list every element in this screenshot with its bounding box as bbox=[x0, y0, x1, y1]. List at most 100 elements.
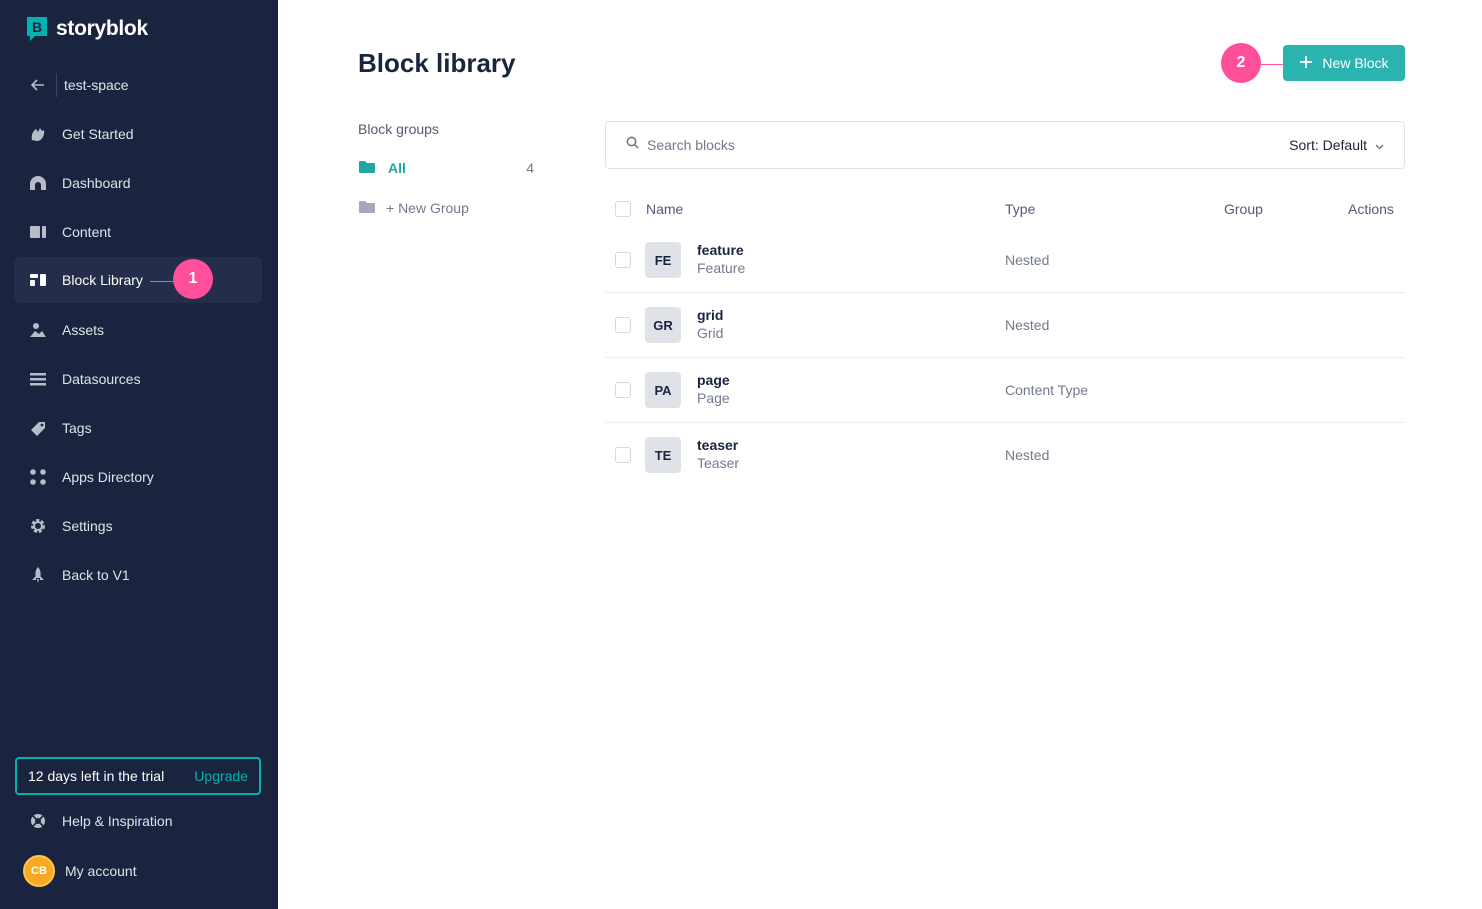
sidebar: B storyblok test-space Get Started Dashb… bbox=[0, 0, 278, 909]
block-display-name: Feature bbox=[697, 260, 746, 276]
hand-wave-icon bbox=[29, 125, 47, 143]
rocket-icon bbox=[29, 566, 47, 584]
storyblok-logo-icon: B bbox=[26, 16, 48, 42]
datasources-icon bbox=[29, 370, 47, 388]
block-badge: GR bbox=[645, 307, 681, 343]
sidebar-item-label: Content bbox=[62, 224, 112, 240]
block-library-icon bbox=[29, 271, 47, 289]
space-switcher[interactable]: test-space bbox=[14, 62, 262, 108]
sidebar-item-get-started[interactable]: Get Started bbox=[14, 111, 262, 157]
marker-2-line bbox=[1258, 64, 1284, 65]
block-type: Nested bbox=[1005, 252, 1050, 268]
row-checkbox[interactable] bbox=[615, 382, 631, 398]
trial-text: 12 days left in the trial bbox=[28, 768, 165, 784]
sidebar-item-label: Assets bbox=[62, 322, 105, 338]
block-display-name: Teaser bbox=[697, 455, 740, 471]
gear-icon bbox=[29, 517, 47, 535]
search-input[interactable] bbox=[647, 137, 1290, 153]
column-header-actions: Actions bbox=[1348, 201, 1394, 217]
annotation-marker-1: 1 bbox=[173, 259, 213, 299]
sort-dropdown[interactable]: Sort: Default bbox=[1289, 137, 1384, 153]
trial-banner: 12 days left in the trial Upgrade bbox=[15, 757, 261, 795]
new-group-button[interactable]: + New Group bbox=[358, 198, 534, 218]
block-name: teaser bbox=[697, 437, 739, 453]
block-groups-title: Block groups bbox=[358, 121, 439, 137]
sidebar-item-apps-directory[interactable]: Apps Directory bbox=[14, 454, 262, 500]
sidebar-item-dashboard[interactable]: Dashboard bbox=[14, 160, 262, 206]
help-label: Help & Inspiration bbox=[62, 813, 173, 829]
folder-icon bbox=[358, 160, 376, 177]
row-checkbox[interactable] bbox=[615, 252, 631, 268]
sidebar-item-label: Datasources bbox=[62, 371, 141, 387]
table-row[interactable]: GR grid Grid Nested bbox=[605, 293, 1405, 358]
table-row[interactable]: PA page Page Content Type bbox=[605, 358, 1405, 423]
sidebar-item-tags[interactable]: Tags bbox=[14, 405, 262, 451]
divider bbox=[56, 73, 57, 97]
block-type: Nested bbox=[1005, 447, 1050, 463]
block-display-name: Page bbox=[697, 390, 730, 406]
annotation-marker-2: 2 bbox=[1221, 43, 1261, 83]
apps-icon bbox=[29, 468, 47, 486]
search-bar: Sort: Default bbox=[605, 121, 1405, 169]
help-inspiration-link[interactable]: Help & Inspiration bbox=[14, 798, 262, 844]
sidebar-item-label: Tags bbox=[62, 420, 92, 436]
space-name: test-space bbox=[64, 77, 129, 93]
sidebar-item-label: Block Library bbox=[62, 272, 143, 288]
block-badge: FE bbox=[645, 242, 681, 278]
page-title: Block library bbox=[358, 48, 516, 78]
group-count: 4 bbox=[526, 160, 534, 176]
marker-1-line bbox=[150, 281, 176, 282]
sidebar-item-label: Back to V1 bbox=[62, 567, 130, 583]
upgrade-link[interactable]: Upgrade bbox=[194, 768, 248, 784]
sidebar-item-label: Dashboard bbox=[62, 175, 131, 191]
group-label: All bbox=[388, 160, 406, 176]
block-name: page bbox=[697, 372, 730, 388]
brand-name: storyblok bbox=[56, 17, 148, 40]
content-icon bbox=[29, 223, 47, 241]
group-item-all[interactable]: All 4 bbox=[358, 158, 534, 178]
search-icon bbox=[626, 136, 639, 154]
new-block-label: New Block bbox=[1322, 55, 1389, 71]
sidebar-item-block-library[interactable]: Block Library bbox=[14, 257, 262, 303]
storyblok-logo[interactable]: B storyblok bbox=[26, 16, 148, 42]
blocks-table: Name Type Group Actions FE feature Featu… bbox=[605, 190, 1405, 488]
folder-icon bbox=[358, 200, 376, 217]
plus-icon bbox=[1299, 55, 1313, 72]
select-all-checkbox[interactable] bbox=[615, 201, 631, 217]
chevron-down-icon bbox=[1375, 137, 1384, 153]
my-account-link[interactable]: CB My account bbox=[9, 848, 257, 894]
new-group-label: + New Group bbox=[386, 200, 469, 216]
sidebar-item-assets[interactable]: Assets bbox=[14, 307, 262, 353]
block-name: feature bbox=[697, 242, 744, 258]
arrow-left-icon bbox=[29, 76, 47, 94]
tag-icon bbox=[29, 419, 47, 437]
dashboard-icon bbox=[29, 174, 47, 192]
column-header-name[interactable]: Name bbox=[646, 201, 683, 217]
column-header-group[interactable]: Group bbox=[1224, 201, 1263, 217]
block-badge: TE bbox=[645, 437, 681, 473]
block-badge: PA bbox=[645, 372, 681, 408]
sidebar-item-label: Settings bbox=[62, 518, 113, 534]
block-name: grid bbox=[697, 307, 724, 323]
sort-label: Sort: Default bbox=[1289, 137, 1367, 153]
assets-icon bbox=[29, 321, 47, 339]
sidebar-item-back-to-v1[interactable]: Back to V1 bbox=[14, 552, 262, 598]
row-checkbox[interactable] bbox=[615, 447, 631, 463]
account-label: My account bbox=[65, 863, 137, 879]
block-type: Content Type bbox=[1005, 382, 1089, 398]
row-checkbox[interactable] bbox=[615, 317, 631, 333]
sidebar-item-datasources[interactable]: Datasources bbox=[14, 356, 262, 402]
table-header: Name Type Group Actions bbox=[605, 190, 1405, 228]
sidebar-item-settings[interactable]: Settings bbox=[14, 503, 262, 549]
table-row[interactable]: FE feature Feature Nested bbox=[605, 228, 1405, 293]
avatar: CB bbox=[23, 855, 55, 887]
table-row[interactable]: TE teaser Teaser Nested bbox=[605, 423, 1405, 488]
block-type: Nested bbox=[1005, 317, 1050, 333]
column-header-type[interactable]: Type bbox=[1005, 201, 1035, 217]
new-block-button[interactable]: New Block bbox=[1283, 45, 1405, 81]
svg-text:B: B bbox=[32, 19, 42, 35]
lifebuoy-icon bbox=[29, 812, 47, 830]
sidebar-item-label: Apps Directory bbox=[62, 469, 154, 485]
sidebar-item-content[interactable]: Content bbox=[14, 209, 262, 255]
sidebar-item-label: Get Started bbox=[62, 126, 134, 142]
